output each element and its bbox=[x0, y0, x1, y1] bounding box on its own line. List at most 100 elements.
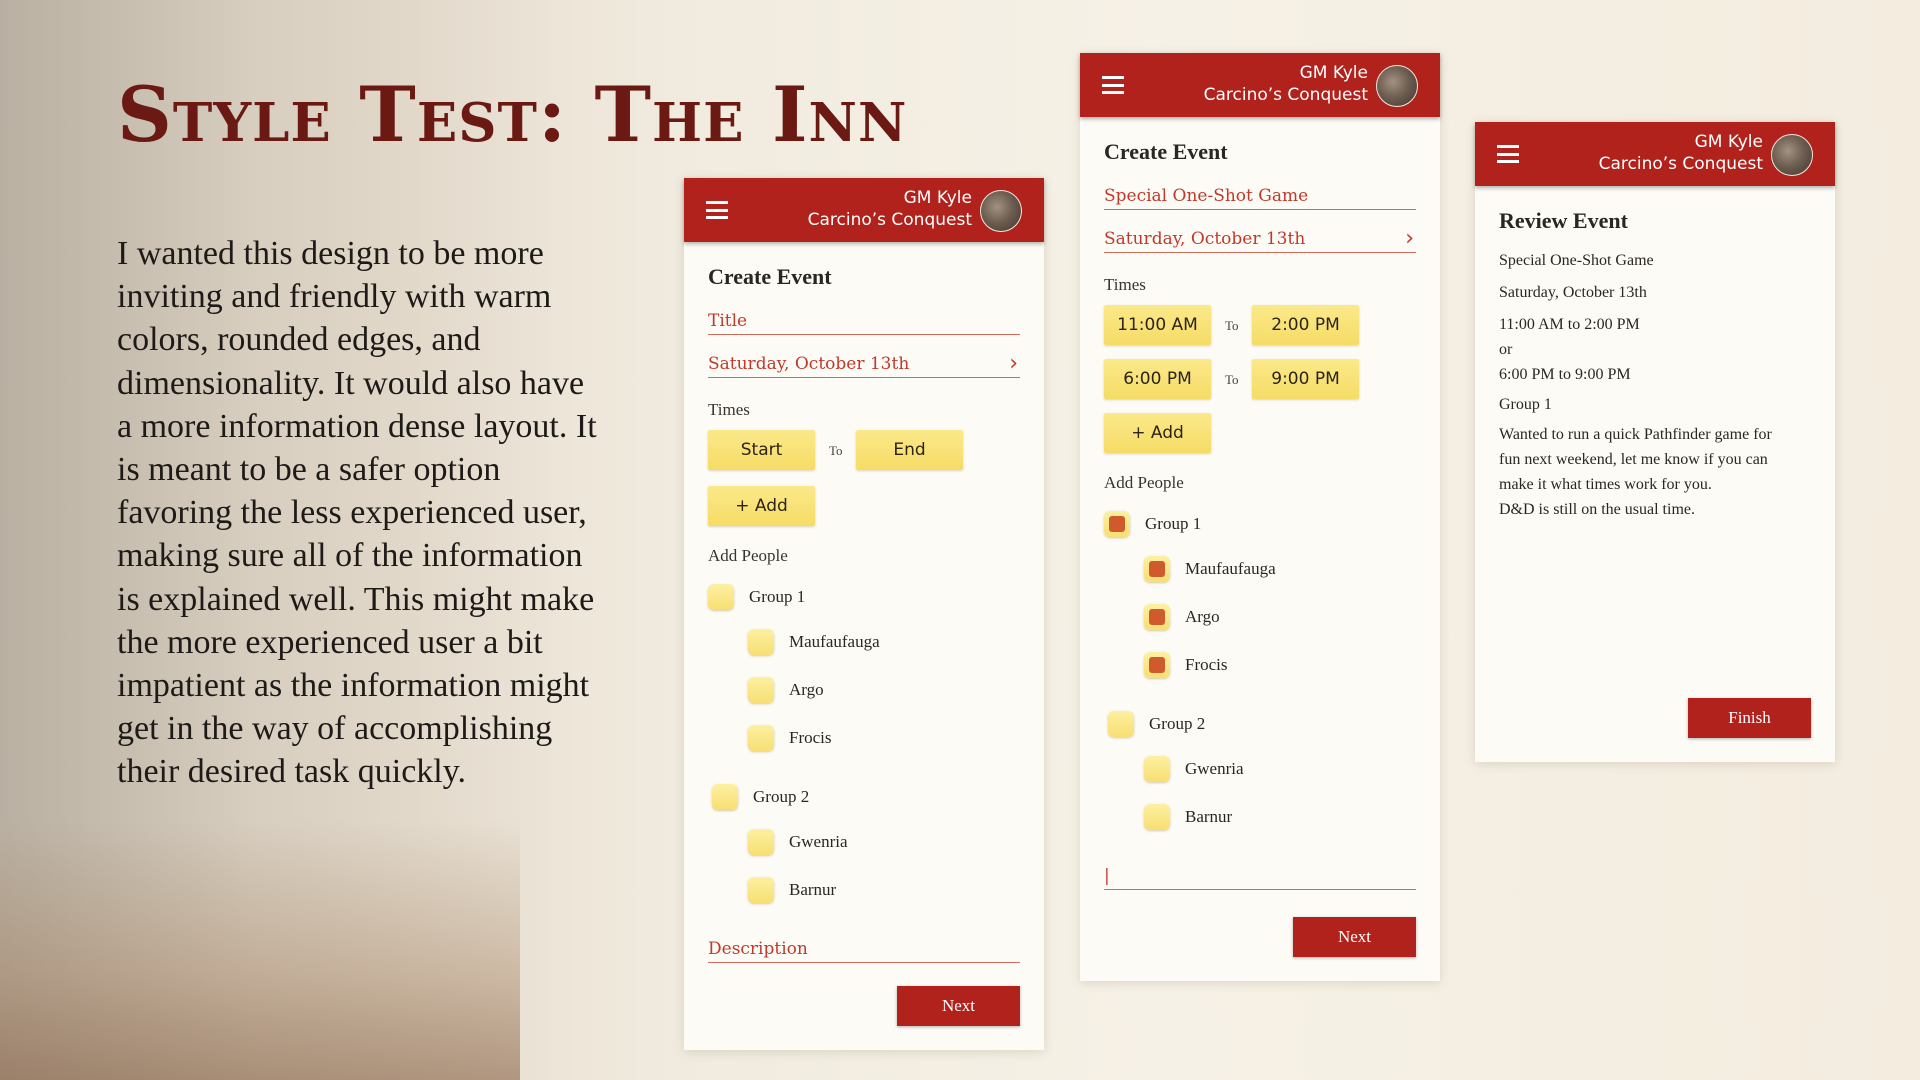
group-1-checkbox-row[interactable]: Group 1 bbox=[1104, 511, 1201, 537]
member-checkbox-row[interactable]: Argo bbox=[748, 677, 824, 703]
hamburger-icon[interactable] bbox=[1102, 76, 1124, 94]
checkbox[interactable] bbox=[1144, 652, 1170, 678]
user-name: GM Kyle bbox=[1694, 132, 1763, 152]
end-time-button[interactable]: End bbox=[856, 430, 963, 470]
user-name: GM Kyle bbox=[1299, 63, 1368, 83]
screen-title: Review Event bbox=[1499, 208, 1628, 233]
checkbox[interactable] bbox=[1144, 556, 1170, 582]
phone-review-event: GM Kyle Carcino’s Conquest Review Event … bbox=[1475, 122, 1835, 762]
checkbox[interactable] bbox=[1144, 804, 1170, 830]
date-value: Saturday, October 13th bbox=[1104, 229, 1306, 249]
to-label: To bbox=[829, 443, 843, 458]
checkbox[interactable] bbox=[712, 784, 738, 810]
event-description: Wanted to run a quick Pathfinder game fo… bbox=[1499, 422, 1811, 522]
checkbox[interactable] bbox=[748, 877, 774, 903]
member-label: Frocis bbox=[789, 728, 832, 747]
date-field[interactable]: Saturday, October 13th › bbox=[1104, 226, 1416, 253]
user-name: GM Kyle bbox=[903, 188, 972, 208]
description-line: make it what times work for you. bbox=[1499, 476, 1712, 493]
user-info: GM Kyle Carcino’s Conquest bbox=[1599, 131, 1763, 175]
start-time-button[interactable]: Start bbox=[708, 430, 815, 470]
checkbox[interactable] bbox=[1104, 511, 1130, 537]
add-time-button[interactable]: + Add bbox=[708, 486, 815, 526]
people-list: Group 1 Maufaufauga Argo Frocis Group 2 … bbox=[708, 566, 1020, 963]
chevron-right-icon[interactable]: › bbox=[1009, 351, 1018, 377]
hamburger-icon[interactable] bbox=[1497, 145, 1519, 163]
screen-content: Review Event Special One-Shot Game Satur… bbox=[1475, 186, 1835, 522]
description-field[interactable]: | bbox=[1104, 863, 1416, 890]
member-checkbox-row[interactable]: Barnur bbox=[748, 877, 836, 903]
hamburger-icon[interactable] bbox=[706, 201, 728, 219]
time-row: Start To End bbox=[708, 430, 1020, 472]
member-checkbox-row[interactable]: Gwenria bbox=[748, 829, 848, 855]
description-field[interactable]: Description bbox=[708, 936, 1020, 963]
member-label: Argo bbox=[1185, 607, 1220, 626]
screen-title: Create Event bbox=[1104, 139, 1228, 164]
group-label: Group 1 bbox=[1145, 514, 1202, 533]
user-info: GM Kyle Carcino’s Conquest bbox=[808, 187, 972, 231]
member-checkbox-row[interactable]: Frocis bbox=[748, 725, 832, 751]
avatar[interactable] bbox=[1376, 65, 1418, 107]
add-people-label: Add People bbox=[1104, 473, 1184, 492]
checkbox[interactable] bbox=[1144, 756, 1170, 782]
member-checkbox-row[interactable]: Frocis bbox=[1144, 652, 1228, 678]
time-row: 11:00 AM To 2:00 PM bbox=[1104, 305, 1416, 347]
checkbox[interactable] bbox=[748, 629, 774, 655]
start-time-button[interactable]: 6:00 PM bbox=[1104, 359, 1211, 399]
campaign-name: Carcino’s Conquest bbox=[1203, 85, 1368, 105]
title-field[interactable]: Title bbox=[708, 308, 1020, 335]
group-2-checkbox-row[interactable]: Group 2 bbox=[1108, 711, 1205, 737]
end-time-button[interactable]: 2:00 PM bbox=[1252, 305, 1359, 345]
checkbox[interactable] bbox=[748, 829, 774, 855]
member-label: Maufaufauga bbox=[789, 632, 880, 651]
next-button[interactable]: Next bbox=[897, 986, 1020, 1026]
app-bar: GM Kyle Carcino’s Conquest bbox=[1080, 53, 1440, 117]
member-label: Barnur bbox=[1185, 807, 1233, 826]
avatar[interactable] bbox=[1771, 134, 1813, 176]
end-time-button[interactable]: 9:00 PM bbox=[1252, 359, 1359, 399]
description-line: Wanted to run a quick Pathfinder game fo… bbox=[1499, 426, 1772, 443]
title-field[interactable]: Special One-Shot Game bbox=[1104, 183, 1416, 210]
checkbox[interactable] bbox=[1144, 604, 1170, 630]
member-label: Gwenria bbox=[1185, 759, 1244, 778]
description-line: D&D is still on the usual time. bbox=[1499, 501, 1695, 518]
to-label: To bbox=[1225, 372, 1239, 387]
member-label: Barnur bbox=[789, 880, 837, 899]
member-checkbox-row[interactable]: Maufaufauga bbox=[1144, 556, 1276, 582]
or-label: or bbox=[1499, 341, 1513, 358]
group-1-checkbox-row[interactable]: Group 1 bbox=[708, 584, 805, 610]
member-checkbox-row[interactable]: Maufaufauga bbox=[748, 629, 880, 655]
event-date: Saturday, October 13th bbox=[1499, 284, 1647, 301]
time-row: 6:00 PM To 9:00 PM bbox=[1104, 359, 1416, 401]
app-bar: GM Kyle Carcino’s Conquest bbox=[1475, 122, 1835, 186]
add-row: + Add bbox=[1104, 413, 1416, 455]
member-label: Argo bbox=[789, 680, 824, 699]
chevron-right-icon[interactable]: › bbox=[1405, 226, 1414, 252]
finish-button[interactable]: Finish bbox=[1688, 698, 1811, 738]
background-floor bbox=[0, 820, 520, 1080]
slide-body: I wanted this design to be more inviting… bbox=[117, 235, 597, 791]
date-value: Saturday, October 13th bbox=[708, 354, 910, 374]
event-group: Group 1 bbox=[1499, 396, 1552, 413]
member-label: Frocis bbox=[1185, 655, 1228, 674]
phone-create-event-empty: GM Kyle Carcino’s Conquest Create Event … bbox=[684, 178, 1044, 1050]
description-line: fun next weekend, let me know if you can bbox=[1499, 451, 1768, 468]
group-2-checkbox-row[interactable]: Group 2 bbox=[712, 784, 809, 810]
date-field[interactable]: Saturday, October 13th › bbox=[708, 351, 1020, 378]
to-label: To bbox=[1225, 318, 1239, 333]
checkbox[interactable] bbox=[748, 725, 774, 751]
next-button[interactable]: Next bbox=[1293, 917, 1416, 957]
checkbox[interactable] bbox=[1108, 711, 1134, 737]
start-time-button[interactable]: 11:00 AM bbox=[1104, 305, 1211, 345]
member-checkbox-row[interactable]: Barnur bbox=[1144, 804, 1232, 830]
checkbox[interactable] bbox=[748, 677, 774, 703]
screen-content: Create Event Title Saturday, October 13t… bbox=[684, 242, 1044, 963]
avatar[interactable] bbox=[980, 190, 1022, 232]
add-row: + Add bbox=[708, 486, 1020, 528]
add-time-button[interactable]: + Add bbox=[1104, 413, 1211, 453]
member-checkbox-row[interactable]: Gwenria bbox=[1144, 756, 1244, 782]
times-label: Times bbox=[1104, 275, 1146, 294]
group-label: Group 1 bbox=[749, 587, 806, 606]
checkbox[interactable] bbox=[708, 584, 734, 610]
member-checkbox-row[interactable]: Argo bbox=[1144, 604, 1220, 630]
